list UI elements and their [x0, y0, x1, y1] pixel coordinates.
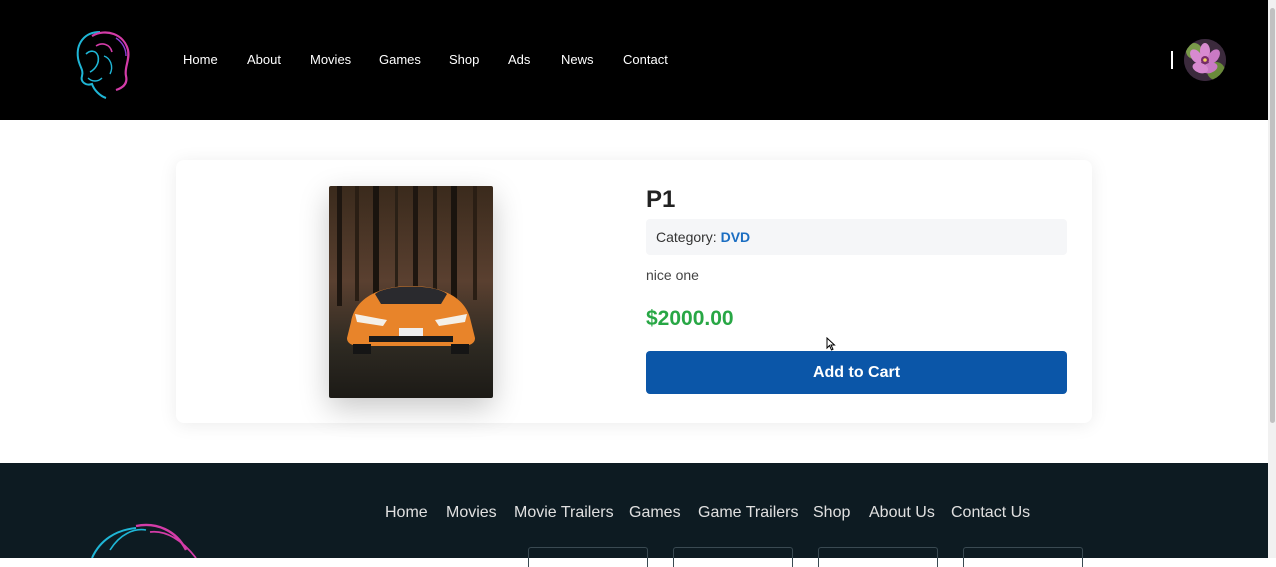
footer-nav-about-us[interactable]: About Us	[869, 504, 935, 522]
footer-nav-home[interactable]: Home	[385, 504, 428, 522]
product-description: nice one	[646, 267, 699, 283]
footer-logo-icon[interactable]	[86, 520, 206, 558]
category-row: Category: DVD	[656, 229, 750, 245]
footer-nav-game-trailers[interactable]: Game Trailers	[698, 504, 798, 522]
footer-widget-1[interactable]	[528, 547, 648, 567]
footer-nav-movies[interactable]: Movies	[446, 504, 497, 522]
product-title: P1	[646, 186, 676, 213]
site-logo-icon[interactable]	[70, 26, 134, 102]
nav-news[interactable]: News	[561, 52, 594, 67]
footer-widget-3[interactable]	[818, 547, 938, 567]
category-label: Category:	[656, 229, 717, 245]
user-avatar[interactable]	[1184, 39, 1226, 81]
nav-ads[interactable]: Ads	[508, 52, 530, 67]
footer-nav-contact-us[interactable]: Contact Us	[951, 504, 1030, 522]
footer-nav-movie-trailers[interactable]: Movie Trailers	[514, 504, 614, 522]
nav-home[interactable]: Home	[183, 52, 218, 67]
nav-shop[interactable]: Shop	[449, 52, 479, 67]
footer-widget-4[interactable]	[963, 547, 1083, 567]
nav-games[interactable]: Games	[379, 52, 421, 67]
footer-nav-shop[interactable]: Shop	[813, 504, 850, 522]
site-header: Home About Movies Games Shop Ads News Co…	[0, 0, 1268, 120]
category-link[interactable]: DVD	[721, 229, 751, 245]
footer-widget-2[interactable]	[673, 547, 793, 567]
nav-contact[interactable]: Contact	[623, 52, 668, 67]
product-price: $2000.00	[646, 307, 734, 330]
nav-movies[interactable]: Movies	[310, 52, 351, 67]
add-to-cart-button[interactable]: Add to Cart	[646, 351, 1067, 394]
category-box: Category: DVD	[646, 219, 1067, 255]
page-scrollbar-thumb[interactable]	[1270, 8, 1275, 423]
header-divider	[1171, 51, 1173, 69]
product-image	[329, 186, 493, 398]
mouse-pointer-icon	[826, 336, 836, 351]
nav-about[interactable]: About	[247, 52, 281, 67]
footer-nav-games[interactable]: Games	[629, 504, 681, 522]
